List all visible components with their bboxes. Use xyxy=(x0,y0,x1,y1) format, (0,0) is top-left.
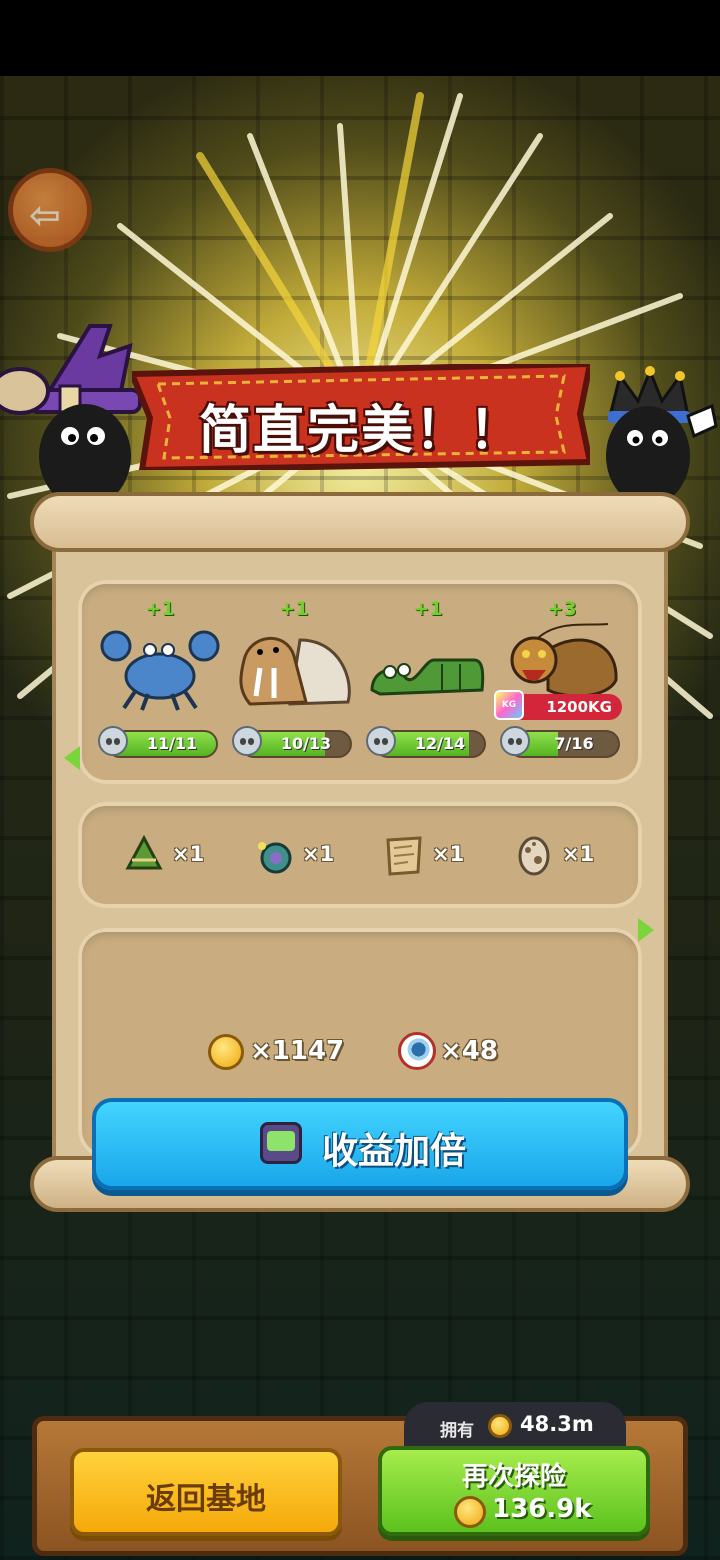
caught-green-snake[interactable]: +1 12/14 xyxy=(364,580,492,784)
video-ad-icon xyxy=(260,1122,302,1164)
wallet-label: 拥有 xyxy=(440,1421,474,1441)
page-left-arrow-icon[interactable] xyxy=(64,746,80,770)
progress-text: 7/16 xyxy=(554,734,594,753)
rice-dumpling-icon xyxy=(125,834,163,870)
progress-text: 12/14 xyxy=(414,734,466,753)
back-arrow-icon: ⇦ xyxy=(29,193,61,237)
explore-again-label: 再次探险 xyxy=(461,1462,566,1492)
caught-dragon-shrimp[interactable]: +3 KG 1200KG 7/16 xyxy=(494,580,626,784)
parchment-icon xyxy=(386,836,422,876)
eye-reward-value: ×48 xyxy=(440,1036,498,1066)
item-qty: ×1 xyxy=(172,842,205,866)
wallet-coin-icon xyxy=(488,1414,512,1438)
caught-creatures-panel: +1 11/11 +1 10/13 +1 12/14 +3 KG 1200KG … xyxy=(78,580,642,784)
game-scene: ⇦ 简直完美！！ +1 11/11 +1 10/13 +1 12/14 +3 K… xyxy=(0,76,720,1560)
double-reward-button[interactable]: 收益加倍 xyxy=(92,1098,628,1190)
double-reward-label: 收益加倍 xyxy=(322,1131,467,1172)
snake-icon xyxy=(370,658,485,696)
kg-badge-icon: KG xyxy=(494,690,524,720)
scroll-top-roll xyxy=(30,492,690,552)
item-snail-shell[interactable]: ×1 xyxy=(210,830,338,880)
spotted-egg-icon xyxy=(518,836,550,876)
back-button[interactable]: ⇦ xyxy=(8,168,92,252)
skull-icon xyxy=(366,726,396,756)
items-panel: ×1 ×1 ×1 ×1 xyxy=(78,802,642,908)
weight-text: 1200KG xyxy=(546,698,612,716)
item-qty: ×1 xyxy=(302,842,335,866)
crab-icon xyxy=(100,630,220,711)
return-home-label: 返回基地 xyxy=(146,1482,266,1517)
progress-text: 10/13 xyxy=(280,734,332,753)
item-qty: ×1 xyxy=(432,842,465,866)
snail-shell-icon xyxy=(258,842,292,874)
item-parchment[interactable]: ×1 xyxy=(340,830,468,880)
item-qty: ×1 xyxy=(562,842,595,866)
bonus-label: +1 xyxy=(413,598,443,620)
skull-icon xyxy=(500,726,530,756)
walrus-icon xyxy=(239,637,351,706)
caught-walrus[interactable]: +1 10/13 xyxy=(230,580,358,784)
eyeball-icon xyxy=(398,1032,436,1070)
explore-again-cost: 136.9k xyxy=(492,1494,592,1524)
wallet-amount: 48.3m xyxy=(520,1412,594,1436)
weight-badge: KG 1200KG xyxy=(494,690,622,720)
witch-hat-bug xyxy=(0,324,142,516)
skull-icon xyxy=(232,726,262,756)
progress-text: 11/11 xyxy=(146,734,198,753)
item-rice-dumpling[interactable]: ×1 xyxy=(80,830,208,880)
bonus-label: +1 xyxy=(145,598,175,620)
cost-coin-icon xyxy=(454,1496,486,1528)
item-spotted-egg[interactable]: ×1 xyxy=(470,830,598,880)
bonus-label: +3 xyxy=(547,598,577,620)
caught-crab[interactable]: +1 11/11 xyxy=(96,580,224,784)
result-title: 简直完美！！ xyxy=(198,401,523,461)
page-right-arrow-icon[interactable] xyxy=(638,918,654,942)
coin-reward-value: ×1147 xyxy=(250,1036,345,1066)
return-home-button[interactable]: 返回基地 xyxy=(70,1448,342,1536)
coin-icon xyxy=(208,1034,244,1070)
bonus-label: +1 xyxy=(279,598,309,620)
explore-again-button[interactable]: 再次探险 136.9k xyxy=(378,1446,650,1536)
skull-icon xyxy=(98,726,128,756)
